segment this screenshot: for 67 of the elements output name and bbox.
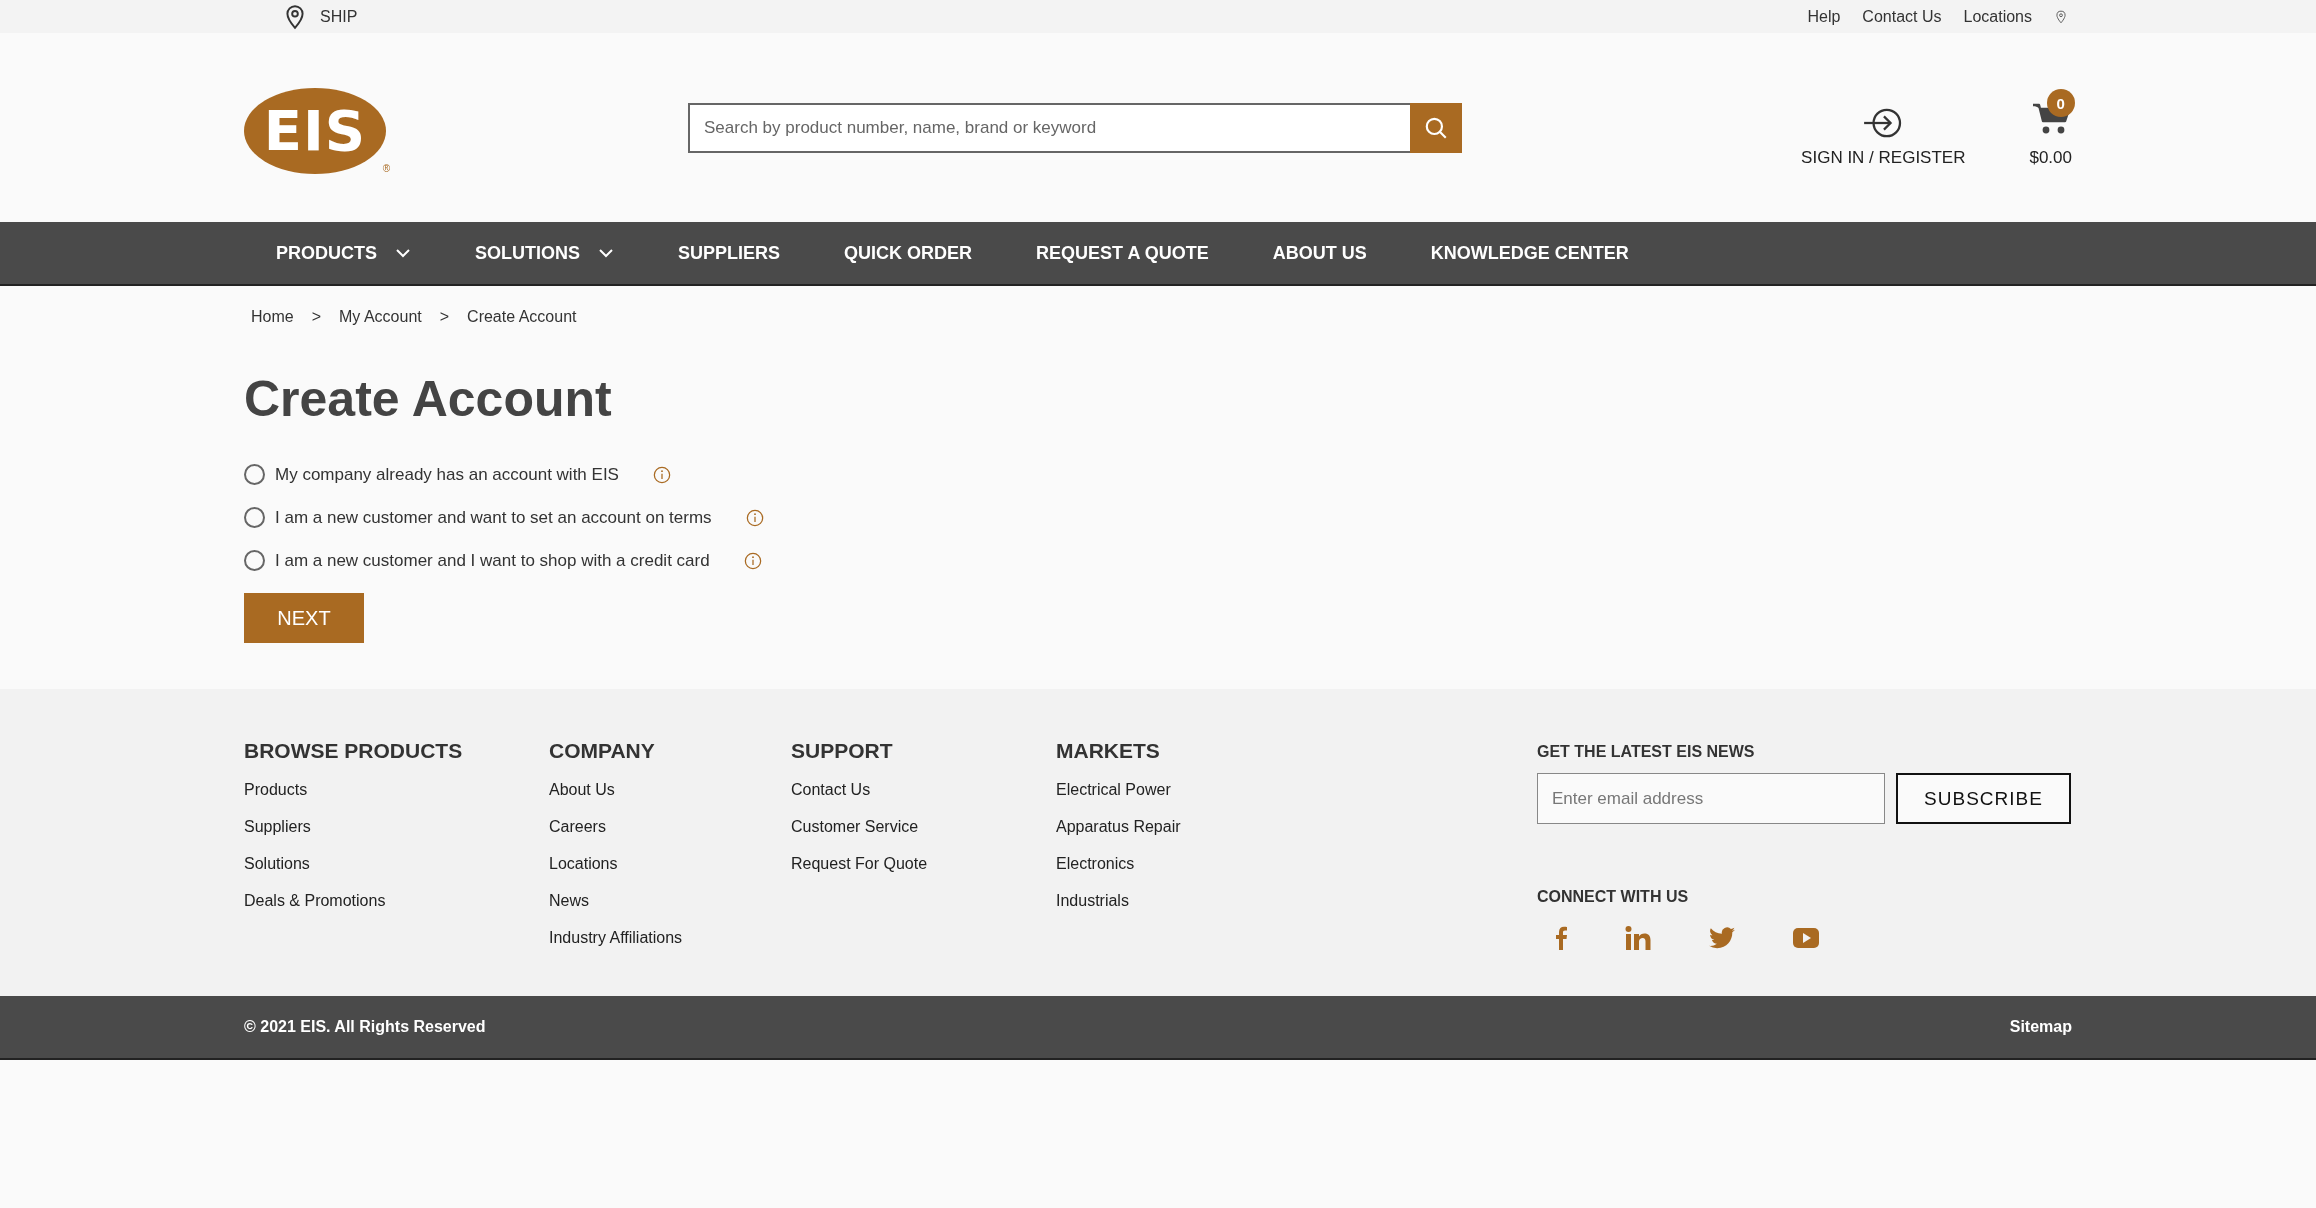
nav-item[interactable]: SOLUTIONS bbox=[475, 242, 615, 264]
ship-label[interactable]: SHIP bbox=[320, 7, 358, 26]
footer-link[interactable]: Locations bbox=[549, 855, 618, 873]
footer-heading: COMPANY bbox=[549, 739, 655, 763]
nav-item[interactable]: QUICK ORDER bbox=[844, 242, 973, 264]
footer-link[interactable]: Suppliers bbox=[244, 818, 311, 836]
sign-in-link[interactable]: SIGN IN / REGISTER bbox=[1801, 106, 1966, 168]
nav-item[interactable]: ABOUT US bbox=[1272, 242, 1367, 264]
connect-heading: CONNECT WITH US bbox=[1537, 888, 1690, 906]
breadcrumb-link[interactable]: Create Account bbox=[467, 308, 577, 326]
radio-button[interactable] bbox=[244, 507, 265, 528]
footer-heading: BROWSE PRODUCTS bbox=[244, 739, 463, 763]
sitemap-link[interactable]: Sitemap bbox=[2009, 1018, 2072, 1036]
footer-link[interactable]: Electrical Power bbox=[1056, 781, 1171, 799]
sign-in-label: SIGN IN / REGISTER bbox=[1801, 148, 1966, 168]
breadcrumb-separator: > bbox=[439, 308, 450, 326]
nav-item[interactable]: PRODUCTS bbox=[276, 242, 411, 264]
breadcrumb-separator: > bbox=[311, 308, 322, 326]
info-icon[interactable] bbox=[652, 465, 671, 484]
top-link[interactable]: Locations bbox=[1963, 7, 2032, 26]
breadcrumb-link[interactable]: My Account bbox=[339, 308, 422, 326]
cart-link[interactable]: 0 $0.00 bbox=[2029, 87, 2072, 168]
cart-total: $0.00 bbox=[2029, 148, 2072, 168]
footer-link[interactable]: Request For Quote bbox=[791, 855, 928, 873]
footer-link[interactable]: Careers bbox=[549, 818, 606, 836]
footer-link[interactable]: Products bbox=[244, 781, 308, 799]
page-title: Create Account bbox=[244, 370, 613, 428]
chevron-down-icon bbox=[395, 248, 411, 258]
search-button[interactable] bbox=[1410, 102, 1462, 153]
footer-heading: SUPPORT bbox=[791, 739, 893, 763]
radio-button[interactable] bbox=[244, 550, 265, 571]
breadcrumb-link[interactable]: Home bbox=[251, 308, 294, 326]
radio-button[interactable] bbox=[244, 464, 265, 485]
footer-link[interactable]: Industry Affiliations bbox=[549, 929, 683, 947]
footer-link[interactable]: Deals & Promotions bbox=[244, 892, 386, 910]
facebook-icon[interactable] bbox=[1555, 926, 1567, 950]
play-button-icon[interactable] bbox=[1793, 928, 1819, 948]
newsletter-heading: GET THE LATEST EIS NEWS bbox=[1537, 743, 1756, 761]
footer-link[interactable]: Electronics bbox=[1056, 855, 1135, 873]
nav-item[interactable]: KNOWLEDGE CENTER bbox=[1430, 242, 1629, 264]
top-link[interactable]: Help bbox=[1807, 7, 1841, 26]
top-link[interactable]: Contact Us bbox=[1862, 7, 1942, 26]
footer-heading: MARKETS bbox=[1056, 739, 1160, 763]
option-label[interactable]: I am a new customer and want to set an account on terms bbox=[275, 507, 712, 528]
option-label[interactable]: My company already has an account with EIS bbox=[275, 464, 619, 485]
nav-item[interactable]: SUPPLIERS bbox=[678, 242, 781, 264]
bird-icon[interactable] bbox=[1709, 927, 1735, 949]
subscribe-button[interactable]: SUBSCRIBE bbox=[1896, 773, 2071, 824]
info-icon[interactable] bbox=[745, 508, 764, 527]
footer-link[interactable]: Apparatus Repair bbox=[1056, 818, 1181, 836]
next-button[interactable]: NEXT bbox=[244, 593, 364, 643]
option-label[interactable]: I am a new customer and I want to shop with a credit card bbox=[275, 550, 710, 571]
footer-link[interactable]: News bbox=[549, 892, 589, 910]
info-icon[interactable] bbox=[743, 551, 762, 570]
search-field[interactable]: Search by product number, name, brand or keyword bbox=[688, 102, 1410, 153]
map-pin-icon[interactable] bbox=[2054, 8, 2068, 25]
linkedin-icon[interactable] bbox=[1625, 926, 1651, 950]
email-field[interactable]: Enter email address bbox=[1537, 773, 1885, 824]
footer-link[interactable]: About Us bbox=[549, 781, 615, 799]
cart-count-badge: 0 bbox=[2046, 89, 2075, 117]
footer-link[interactable]: Industrials bbox=[1056, 892, 1129, 910]
nav-item[interactable]: REQUEST A QUOTE bbox=[1036, 242, 1209, 264]
chevron-down-icon bbox=[598, 248, 615, 258]
footer-link[interactable]: Solutions bbox=[244, 855, 310, 873]
footer-link[interactable]: Contact Us bbox=[791, 781, 871, 799]
footer-link[interactable]: Customer Service bbox=[791, 818, 919, 836]
copyright-text: © 2021 EIS. All Rights Reserved bbox=[244, 1018, 486, 1036]
